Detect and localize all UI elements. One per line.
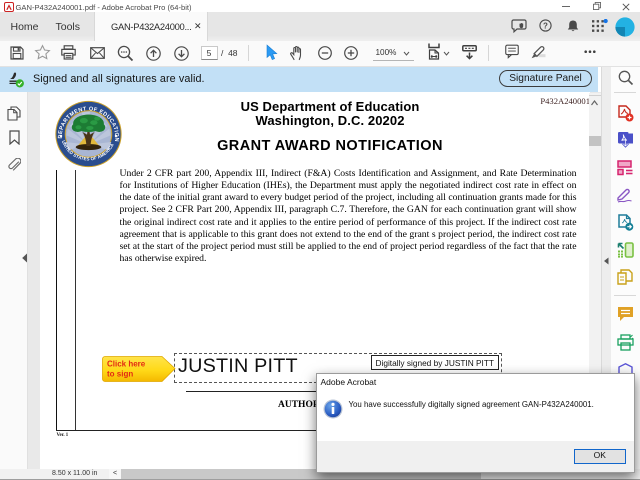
svg-text:Click here: Click here xyxy=(107,360,146,369)
svg-text:?: ? xyxy=(543,21,548,30)
svg-text:to sign: to sign xyxy=(107,370,133,379)
